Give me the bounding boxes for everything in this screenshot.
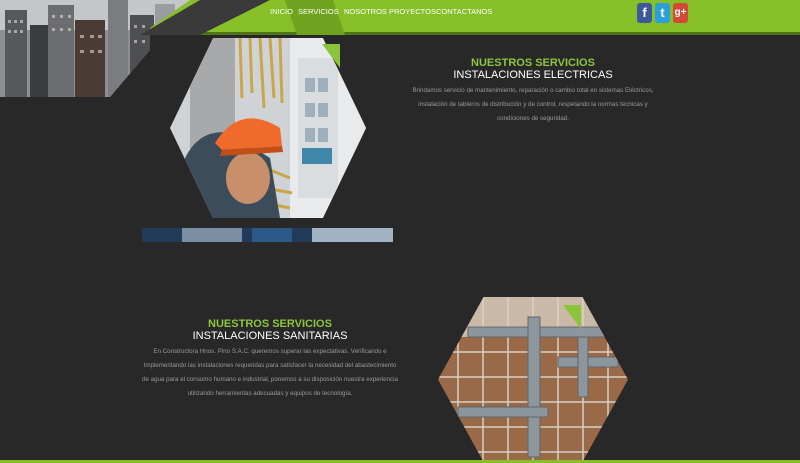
electrical-image-strip (142, 228, 393, 242)
nav-item-servicios[interactable]: SERVICIOS (298, 0, 339, 24)
service-description: Brindamos servicio de mantenimiento, rep… (412, 87, 654, 122)
nav-item-proyectos[interactable]: PROYECTOS (389, 0, 436, 24)
sanitary-service-image (438, 297, 628, 462)
service-kicker: NUESTROS SERVICIOS (208, 318, 332, 330)
service-kicker: NUESTROS SERVICIOS (471, 57, 595, 69)
service-description: En Constructora Hnos. Pino S.A.C. querem… (142, 348, 398, 397)
city-skyline-image (0, 0, 190, 97)
nav-item-inicio[interactable]: INICIO (270, 0, 293, 24)
service-electrical: NUESTROS SERVICIOS INSTALACIONES ELECTRI… (408, 57, 658, 126)
google-plus-icon[interactable]: g+ (673, 3, 688, 23)
service-title: INSTALACIONES SANITARIAS (192, 330, 348, 342)
service-title: INSTALACIONES ELECTRICAS (453, 69, 613, 81)
electrical-service-image (170, 38, 366, 218)
facebook-icon[interactable]: f (637, 3, 652, 23)
nav-item-contactanos[interactable]: CONTACTANOS (436, 0, 492, 24)
service-sanitary: NUESTROS SERVICIOS INSTALACIONES SANITAR… (140, 318, 400, 401)
nav-item-nosotros[interactable]: NOSOTROS (344, 0, 387, 24)
twitter-icon[interactable]: t (655, 3, 670, 23)
